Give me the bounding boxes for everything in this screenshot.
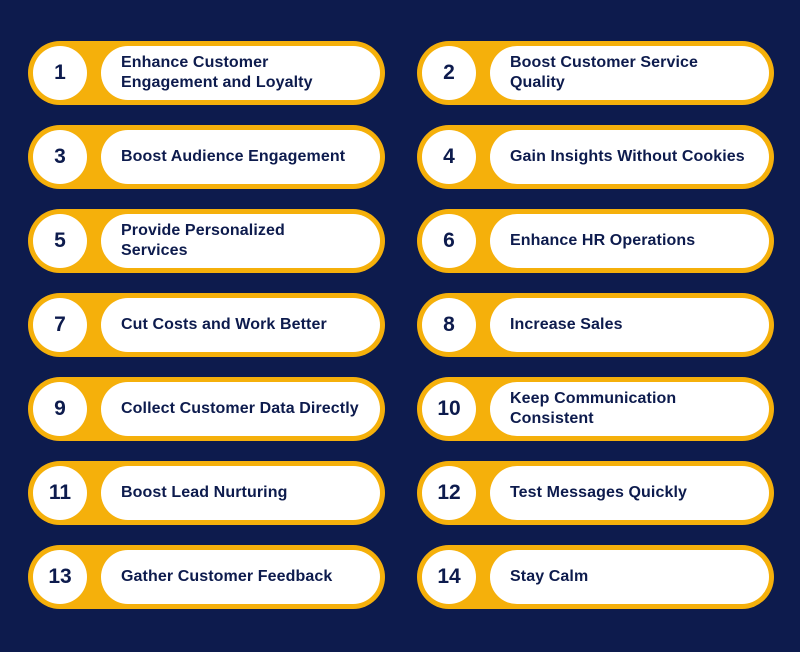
benefit-item: 2 Boost Customer Service Quality bbox=[417, 41, 774, 105]
item-label: Gather Customer Feedback bbox=[121, 568, 333, 585]
item-label: Stay Calm bbox=[510, 568, 589, 585]
benefit-item: 12 Test Messages Quickly bbox=[417, 461, 774, 525]
item-number: 9 bbox=[33, 382, 87, 436]
item-label-box: Keep Communication Consistent bbox=[490, 382, 769, 436]
item-label: Boost Lead Nurturing bbox=[121, 484, 288, 501]
item-number: 13 bbox=[33, 550, 87, 604]
item-label: Enhance Customer Engagement and Loyalty bbox=[121, 54, 313, 91]
item-label: Collect Customer Data Directly bbox=[121, 400, 359, 417]
item-label: Gain Insights Without Cookies bbox=[510, 148, 745, 165]
item-label-box: Boost Audience Engagement bbox=[101, 130, 380, 184]
item-number: 10 bbox=[422, 382, 476, 436]
item-label-box: Boost Customer Service Quality bbox=[490, 46, 769, 100]
item-number: 11 bbox=[33, 466, 87, 520]
item-label-box: Gather Customer Feedback bbox=[101, 550, 380, 604]
benefit-item: 9 Collect Customer Data Directly bbox=[28, 377, 385, 441]
item-label-box: Collect Customer Data Directly bbox=[101, 382, 380, 436]
item-label-box: Enhance HR Operations bbox=[490, 214, 769, 268]
item-label-box: Stay Calm bbox=[490, 550, 769, 604]
item-label: Boost Audience Engagement bbox=[121, 148, 346, 165]
benefit-item: 11 Boost Lead Nurturing bbox=[28, 461, 385, 525]
item-label: Keep Communication Consistent bbox=[510, 390, 677, 427]
item-label: Enhance HR Operations bbox=[510, 232, 696, 249]
benefit-item: 7 Cut Costs and Work Better bbox=[28, 293, 385, 357]
benefit-item: 4 Gain Insights Without Cookies bbox=[417, 125, 774, 189]
item-label-box: Gain Insights Without Cookies bbox=[490, 130, 769, 184]
benefit-item: 14 Stay Calm bbox=[417, 545, 774, 609]
benefit-item: 6 Enhance HR Operations bbox=[417, 209, 774, 273]
benefit-item: 5 Provide Personalized Services bbox=[28, 209, 385, 273]
item-number: 1 bbox=[33, 46, 87, 100]
benefit-item: 1 Enhance Customer Engagement and Loyalt… bbox=[28, 41, 385, 105]
item-label-box: Enhance Customer Engagement and Loyalty bbox=[101, 46, 380, 100]
item-number: 12 bbox=[422, 466, 476, 520]
item-label-box: Boost Lead Nurturing bbox=[101, 466, 380, 520]
item-label: Boost Customer Service Quality bbox=[510, 54, 699, 91]
item-number: 5 bbox=[33, 214, 87, 268]
item-label-box: Increase Sales bbox=[490, 298, 769, 352]
item-number: 8 bbox=[422, 298, 476, 352]
item-number: 14 bbox=[422, 550, 476, 604]
item-number: 7 bbox=[33, 298, 87, 352]
item-number: 2 bbox=[422, 46, 476, 100]
item-label-box: Provide Personalized Services bbox=[101, 214, 380, 268]
benefit-item: 10 Keep Communication Consistent bbox=[417, 377, 774, 441]
benefit-item: 3 Boost Audience Engagement bbox=[28, 125, 385, 189]
item-number: 3 bbox=[33, 130, 87, 184]
item-label: Test Messages Quickly bbox=[510, 484, 687, 501]
item-number: 6 bbox=[422, 214, 476, 268]
item-label-box: Test Messages Quickly bbox=[490, 466, 769, 520]
item-number: 4 bbox=[422, 130, 476, 184]
benefit-item: 8 Increase Sales bbox=[417, 293, 774, 357]
benefits-grid: 1 Enhance Customer Engagement and Loyalt… bbox=[28, 41, 774, 609]
item-label: Provide Personalized Services bbox=[121, 222, 285, 259]
item-label: Cut Costs and Work Better bbox=[121, 316, 327, 333]
item-label-box: Cut Costs and Work Better bbox=[101, 298, 380, 352]
benefit-item: 13 Gather Customer Feedback bbox=[28, 545, 385, 609]
item-label: Increase Sales bbox=[510, 316, 623, 333]
